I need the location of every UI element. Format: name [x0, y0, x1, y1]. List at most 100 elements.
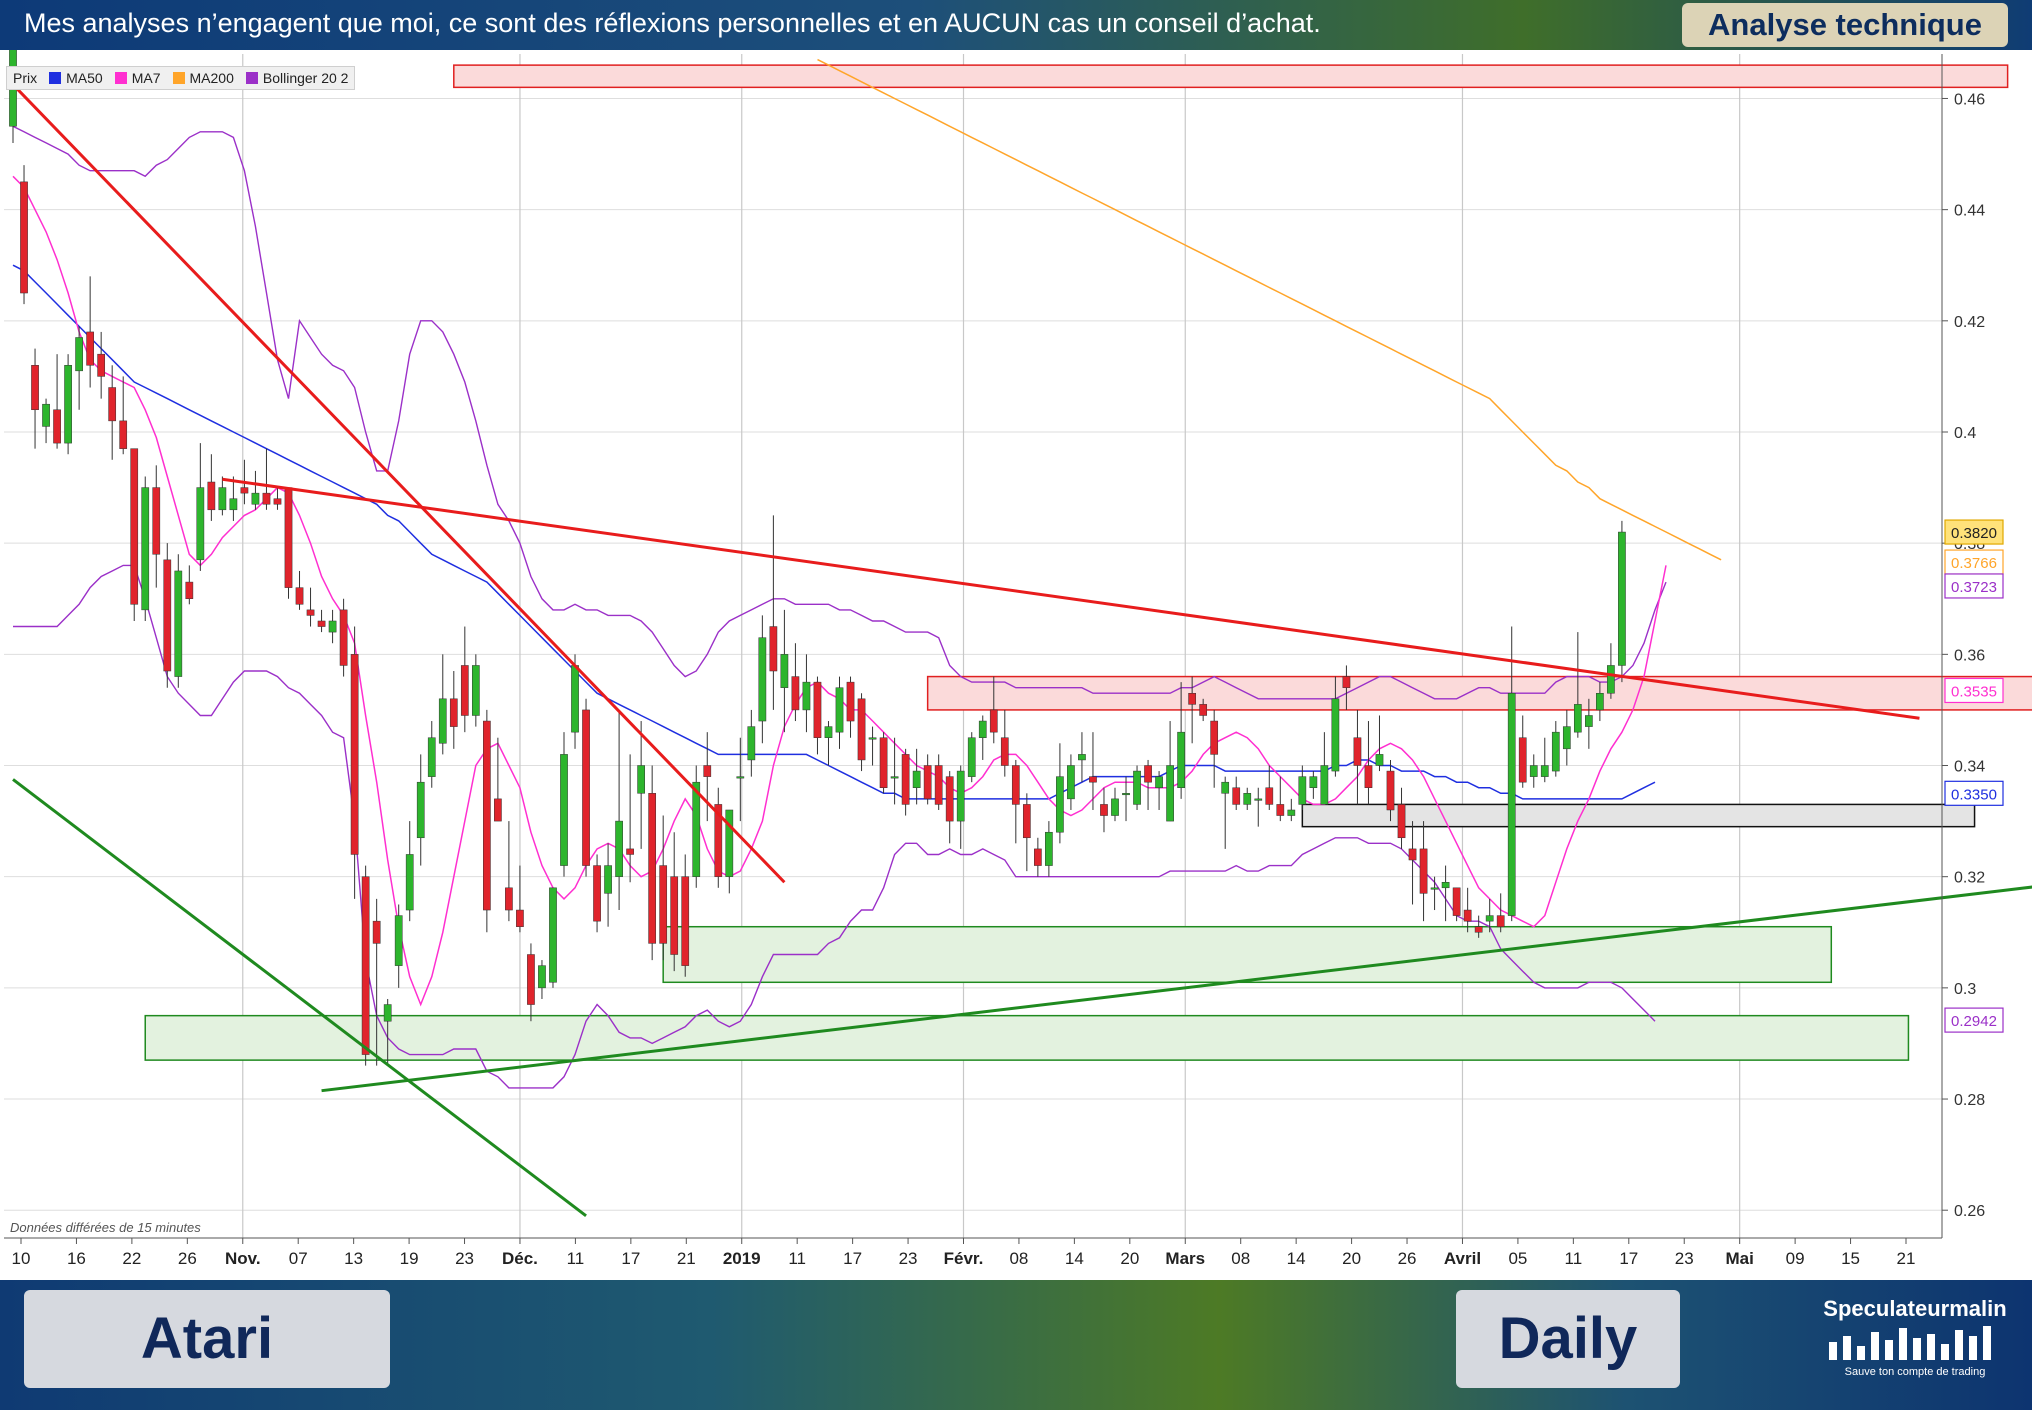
- candle-body: [1309, 776, 1318, 788]
- candle-body: [560, 754, 568, 866]
- candle-body: [802, 681, 811, 711]
- x-tick-label: 11: [788, 1249, 806, 1268]
- candle-body: [284, 487, 293, 588]
- candles-logo-icon: [1829, 1326, 1991, 1360]
- candle-body: [1221, 781, 1230, 794]
- candle-body: [538, 965, 546, 989]
- candle-body: [1353, 737, 1362, 766]
- candle-body: [637, 765, 645, 794]
- candle-body: [1111, 798, 1119, 816]
- candle-body: [846, 681, 855, 722]
- candle-body: [1596, 692, 1604, 711]
- legend-label: MA50: [66, 70, 103, 86]
- candle-body: [1034, 848, 1042, 866]
- candle-body: [835, 687, 844, 733]
- y-tick-label: 0.46: [1954, 91, 1985, 108]
- candle-body: [262, 492, 271, 505]
- candle-body: [75, 337, 83, 372]
- candle-body: [1463, 909, 1472, 922]
- candle-body: [1122, 793, 1130, 796]
- x-tick-label: Déc.: [502, 1249, 538, 1268]
- candle-body: [659, 865, 668, 944]
- candle-body: [571, 665, 579, 733]
- candle-body: [449, 698, 458, 727]
- candle-body: [890, 776, 899, 779]
- x-tick-label: 11: [567, 1249, 585, 1268]
- x-tick-label: 19: [400, 1249, 419, 1268]
- brand-logo: Speculateurmalin Sauve ton compte de tra…: [1810, 1296, 2020, 1378]
- bollinger-upper-line: [12, 125, 1667, 700]
- candle-body: [1177, 731, 1185, 788]
- candle-body: [471, 665, 480, 716]
- candle-body: [549, 887, 557, 983]
- candle-body: [692, 781, 701, 877]
- legend-swatch: [172, 72, 185, 84]
- candle-body: [1551, 731, 1560, 772]
- candle-body: [758, 637, 767, 722]
- x-tick-label: Nov.: [225, 1249, 261, 1268]
- candle-body: [1243, 793, 1252, 805]
- candle-body: [868, 737, 877, 740]
- candle-body: [163, 559, 172, 672]
- candle-body: [483, 720, 491, 911]
- stock-name: Atari: [24, 1290, 390, 1388]
- candle-body: [405, 854, 414, 911]
- chart-legend: Prix MA50 MA7 MA200 Bollinger 20 2: [6, 66, 356, 90]
- candle-body: [1199, 704, 1208, 716]
- candle-body: [1607, 665, 1615, 694]
- price-label-text: 0.3723: [1951, 579, 1997, 596]
- candle-body: [240, 487, 249, 494]
- candle-body: [747, 726, 756, 761]
- zone-boxes: [144, 64, 2032, 1061]
- ma50-line: [12, 264, 1656, 800]
- candle-body: [295, 587, 304, 605]
- x-tick-label: 11: [1565, 1249, 1583, 1268]
- candle-body: [956, 770, 965, 822]
- candle-body: [1232, 787, 1241, 805]
- candle-body: [1474, 926, 1483, 933]
- candle-body: [1089, 776, 1097, 783]
- legend-ma7: MA7: [114, 70, 161, 86]
- candle-body: [273, 498, 282, 505]
- candle-body: [989, 709, 998, 733]
- candle-body: [174, 570, 183, 677]
- candle-body: [1166, 765, 1174, 822]
- price-chart[interactable]: 0.260.280.30.320.340.360.380.40.420.440.…: [0, 50, 2032, 1280]
- legend-label: Prix: [13, 70, 38, 86]
- candle-body: [1320, 765, 1329, 805]
- candle-body: [1144, 765, 1152, 783]
- y-tick-label: 0.3: [1954, 981, 1976, 998]
- x-tick-label: 23: [455, 1249, 474, 1268]
- candle-body: [1056, 776, 1064, 833]
- candle-body: [383, 1004, 392, 1022]
- candle-body: [1155, 776, 1163, 788]
- candle-body: [1276, 804, 1285, 816]
- candle-body: [1518, 737, 1527, 783]
- candle-body: [527, 954, 535, 1005]
- candle-body: [824, 726, 833, 738]
- candle-body: [141, 487, 150, 611]
- x-tick-label: 13: [344, 1249, 363, 1268]
- candle-body: [1364, 765, 1373, 788]
- candle-body: [427, 737, 436, 777]
- x-tick-label: 21: [1897, 1249, 1916, 1268]
- legend-swatch: [245, 72, 258, 84]
- x-tick-label: Mars: [1165, 1249, 1205, 1268]
- candle-body: [648, 793, 657, 944]
- candle-body: [152, 487, 161, 555]
- legend-swatch: [114, 72, 127, 84]
- candle-body: [736, 776, 745, 779]
- candle-body: [1298, 776, 1307, 805]
- x-tick-label: 14: [1065, 1249, 1084, 1268]
- candle-body: [934, 765, 943, 805]
- x-tick-label: 10: [12, 1249, 31, 1268]
- legend-label: MA200: [189, 70, 234, 86]
- candle-body: [1441, 881, 1450, 889]
- x-tick-label: 14: [1287, 1249, 1306, 1268]
- x-tick-label: 16: [67, 1249, 86, 1268]
- y-tick-label: 0.4: [1954, 425, 1976, 442]
- candle-body: [1342, 676, 1351, 688]
- candle-body: [1386, 770, 1395, 811]
- disclaimer-text: Mes analyses n’engagent que moi, ce sont…: [24, 8, 1321, 38]
- candle-body: [1331, 698, 1340, 772]
